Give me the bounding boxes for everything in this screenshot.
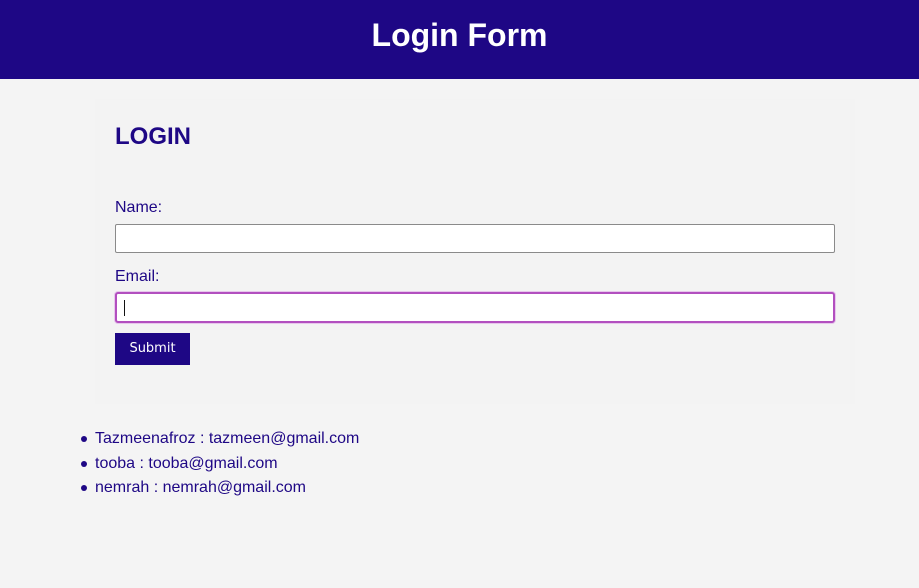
page-header: Login Form (0, 0, 919, 79)
list-item: tooba : tooba@gmail.com (80, 452, 359, 477)
login-card: LOGIN Name: Email: Submit (95, 99, 855, 404)
list-item: nemrah : nemrah@gmail.com (80, 476, 359, 501)
login-heading: LOGIN (115, 123, 191, 150)
list-item: Tazmeenafroz : tazmeen@gmail.com (80, 427, 359, 452)
user-list: Tazmeenafroz : tazmeen@gmail.com tooba :… (80, 427, 359, 501)
text-caret (124, 300, 125, 316)
submit-button[interactable]: Submit (115, 333, 190, 365)
page-title: Login Form (371, 17, 548, 53)
name-label: Name: (115, 199, 163, 216)
email-label: Email: (115, 268, 160, 285)
name-input[interactable] (115, 224, 835, 253)
email-input[interactable] (115, 292, 835, 323)
